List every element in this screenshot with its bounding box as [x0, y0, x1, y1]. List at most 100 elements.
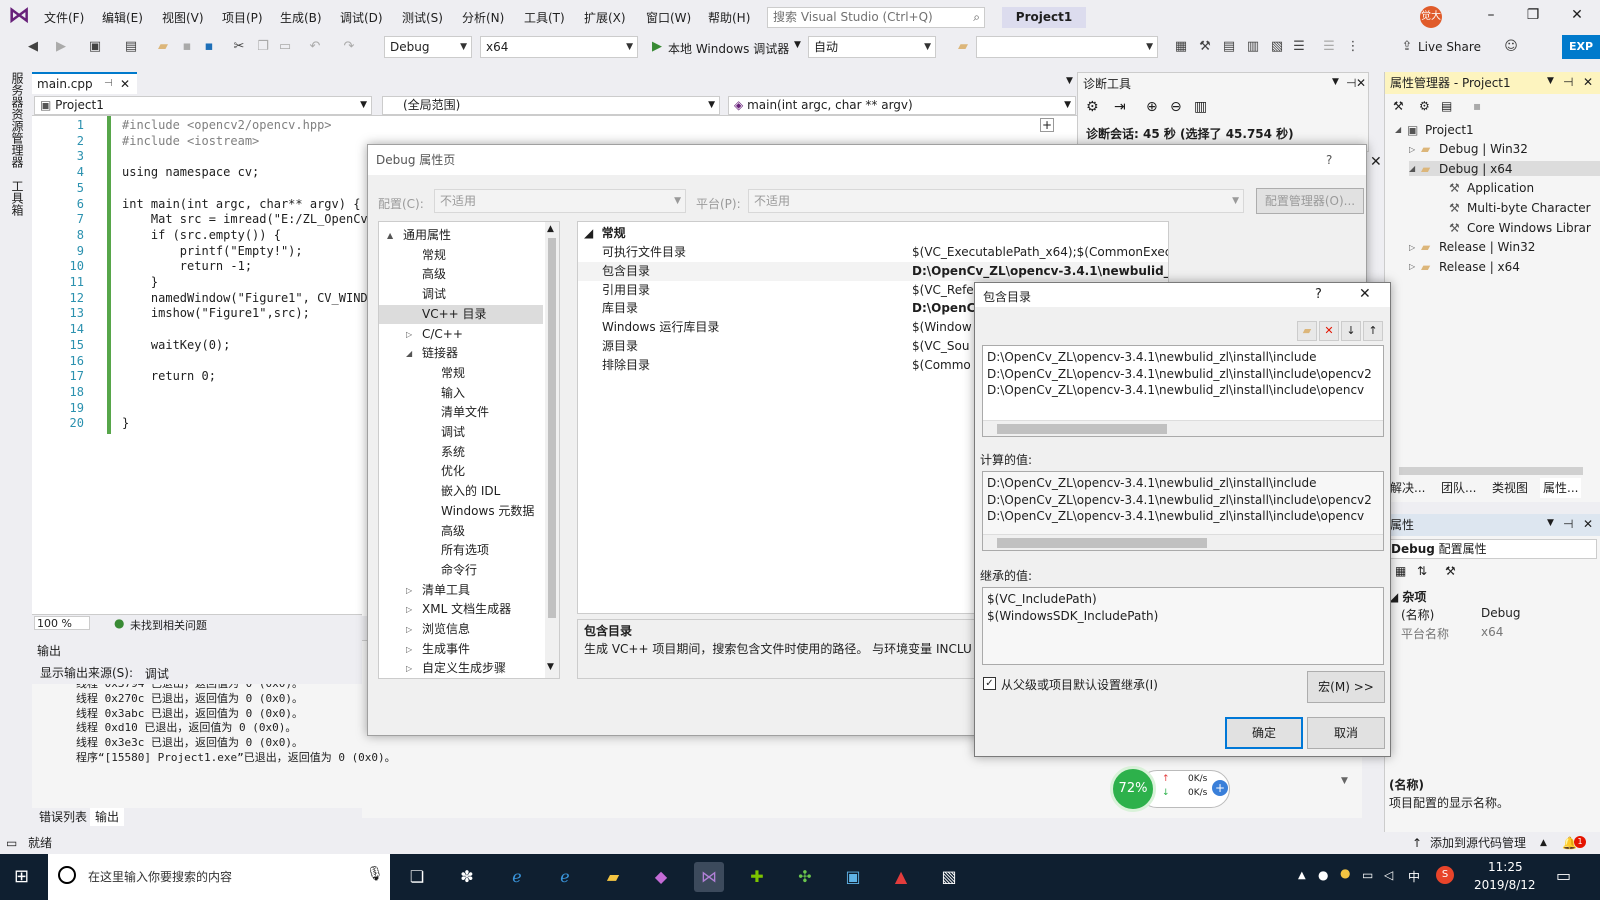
exp-badge[interactable]: EXP [1562, 35, 1600, 59]
dialog-tree-item[interactable]: 优化 [379, 462, 543, 481]
dialog-tree-item[interactable]: 高级 [379, 265, 543, 284]
dialog-tree-item[interactable]: 高级 [379, 522, 543, 541]
paint3d-icon[interactable]: ◆ [646, 862, 676, 892]
ie-icon[interactable]: ℯ [502, 862, 532, 892]
close-window-icon[interactable]: ✕ [1562, 4, 1592, 26]
code-line[interactable]: } [122, 416, 129, 430]
tray-app-icon[interactable]: ● [1340, 866, 1350, 880]
menu-item[interactable]: 编辑(E) [102, 9, 143, 26]
volume-icon[interactable]: ◁ [1384, 868, 1393, 882]
dialog-tree-item[interactable]: 调试 [379, 285, 543, 304]
start-debug-icon[interactable]: ▶ [648, 38, 666, 56]
property-pages-icon[interactable]: ⚒ [1445, 564, 1456, 578]
server-explorer-tab[interactable]: 服务器资源管理器 [9, 72, 26, 168]
alphabetical-icon[interactable]: ⇅ [1417, 564, 1427, 578]
class-view-icon[interactable]: ▥ [1244, 38, 1262, 56]
live-share-button[interactable]: Live Share [1418, 40, 1481, 54]
chevron-down-icon[interactable]: ▼ [1547, 518, 1554, 528]
config-manager-button[interactable]: 配置管理器(O)... [1256, 188, 1364, 214]
dialog-tree-item[interactable]: 调试 [379, 423, 543, 442]
inherit-checkbox-label[interactable]: 从父级或项目默认设置继承(I) [1001, 676, 1158, 693]
grid-row-value[interactable]: $(Commo [912, 356, 971, 375]
menu-item[interactable]: 视图(V) [162, 9, 204, 26]
ime-indicator[interactable]: 中 [1408, 868, 1420, 885]
clock-date[interactable]: 2019/8/12 [1474, 878, 1536, 892]
photos-icon[interactable]: ▧ [934, 862, 964, 892]
export-icon[interactable]: ⇥ [1114, 99, 1126, 115]
toolbox-tab[interactable]: 工具箱 [9, 180, 26, 216]
code-line[interactable]: return 0; [122, 369, 216, 383]
dialog-tree-item[interactable]: ▷ XML 文档生成器 [379, 600, 543, 619]
close-icon[interactable]: ✕ [1583, 517, 1593, 531]
propmgr-tree-item[interactable]: ▷ ▰ Release | Win32 [1409, 240, 1535, 254]
notification-icon[interactable]: ● [1318, 868, 1328, 882]
entries-textbox[interactable]: D:\OpenCv_ZL\opencv-3.4.1\newbulid_zl\in… [982, 345, 1384, 437]
task-view-icon[interactable]: ❏ [402, 862, 432, 892]
indent-icon[interactable]: ☰ [1290, 38, 1308, 56]
menu-item[interactable]: 扩展(X) [584, 9, 626, 26]
toolbox-icon[interactable]: ▤ [1220, 38, 1238, 56]
code-line[interactable]: using namespace cv; [122, 165, 259, 179]
open-file-icon[interactable]: ▰ [154, 38, 172, 56]
window-layout-icon[interactable]: ▧ [1268, 38, 1286, 56]
code-line[interactable]: if (src.empty()) { [122, 228, 281, 242]
add-property-sheet-icon[interactable]: ⚙ [1419, 99, 1430, 113]
save-icon[interactable]: ▪ [1473, 99, 1481, 113]
file-explorer-icon[interactable]: ▰ [598, 862, 628, 892]
code-line[interactable]: waitKey(0); [122, 338, 230, 352]
tab-error-list[interactable]: 错误列表 [34, 808, 92, 826]
grid-row-value[interactable]: D:\OpenCv_ZL\opencv-3.4.1\newbulid_zl\in… [912, 262, 1168, 281]
expand-icon[interactable]: ▷ [406, 581, 412, 600]
output-source-dropdown[interactable]: 调试 [145, 663, 169, 685]
pin-icon[interactable]: ⊣ [1563, 75, 1573, 89]
propmgr-tree-item[interactable]: ◢ ▰ Debug | x64 [1409, 161, 1600, 176]
chevron-up-icon[interactable]: ▲ [1540, 832, 1547, 854]
tab-output[interactable]: 输出 [90, 808, 125, 826]
grid-section-header[interactable]: ◢ 常规 [578, 224, 1168, 243]
props-name-value[interactable]: Debug [1481, 606, 1520, 620]
menu-item[interactable]: 帮助(H) [708, 9, 750, 26]
app-window-icon[interactable]: ▣ [838, 862, 868, 892]
menu-item[interactable]: 工具(T) [524, 9, 565, 26]
restore-icon[interactable]: ❐ [1518, 4, 1548, 26]
dialog-tree-item[interactable]: 命令行 [379, 561, 543, 580]
code-line[interactable]: } [122, 275, 158, 289]
pin-icon[interactable]: ⊣ [1563, 517, 1573, 531]
propmgr-bottom-tab[interactable]: 解决... [1387, 478, 1428, 498]
propmgr-hscroll[interactable] [1399, 467, 1583, 475]
chevron-down-icon[interactable]: ▼ [1332, 77, 1339, 87]
save-icon[interactable]: ▪ [178, 38, 196, 56]
new-project-icon[interactable]: ▣ [86, 38, 104, 56]
delete-line-icon[interactable]: ✕ [1319, 321, 1339, 341]
dialog-tree-item[interactable]: ▲ 通用属性 [379, 226, 543, 245]
close-icon[interactable]: ✕ [1359, 286, 1371, 302]
zoom-out-icon[interactable]: ⊖ [1170, 99, 1182, 115]
dialog-tree-item[interactable]: 常规 [379, 246, 543, 265]
move-down-icon[interactable]: ↓ [1341, 321, 1361, 341]
code-line[interactable]: return -1; [122, 259, 252, 273]
issues-text[interactable]: 未找到相关问题 [130, 617, 207, 633]
expand-icon[interactable]: ▷ [406, 640, 412, 659]
propmgr-tree-item[interactable]: ▷ ▰ Release | x64 [1409, 259, 1520, 274]
menu-item[interactable]: 调试(D) [340, 9, 383, 26]
avatar[interactable]: 觉大 [1420, 6, 1442, 28]
code-line[interactable]: #include <iostream> [122, 134, 259, 148]
redo-icon[interactable]: ↷ [340, 38, 358, 56]
macros-button[interactable]: 宏(M) >> [1307, 671, 1385, 703]
dialog-config-dropdown[interactable]: 不适用 ▼ [434, 189, 686, 213]
grid-row-value[interactable]: $(VC_ExecutablePath_x64);$(CommonExecuta… [912, 243, 1168, 262]
app-pinwheel-icon[interactable]: ✽ [452, 862, 482, 892]
code-line[interactable]: imshow("Figure1",src); [122, 306, 310, 320]
app-puzzle-icon[interactable]: ✣ [790, 862, 820, 892]
minimize-icon[interactable]: – [1476, 4, 1506, 26]
grid-row-value[interactable]: $(VC_Sou [912, 337, 969, 356]
cut-icon[interactable]: ✂ [230, 38, 248, 56]
dialog-tree-item[interactable]: ▷ C/C++ [379, 325, 543, 344]
props-category[interactable]: ◢ 杂项 [1389, 588, 1426, 605]
menu-item[interactable]: 项目(P) [222, 9, 263, 26]
close-icon[interactable]: ✕ [1356, 76, 1366, 90]
action-center-icon[interactable]: ▭ [1556, 866, 1571, 885]
inherit-checkbox[interactable]: ✓ [983, 677, 996, 690]
chevron-down-icon[interactable]: ▼ [794, 40, 801, 50]
undo-icon[interactable]: ↶ [306, 38, 324, 56]
